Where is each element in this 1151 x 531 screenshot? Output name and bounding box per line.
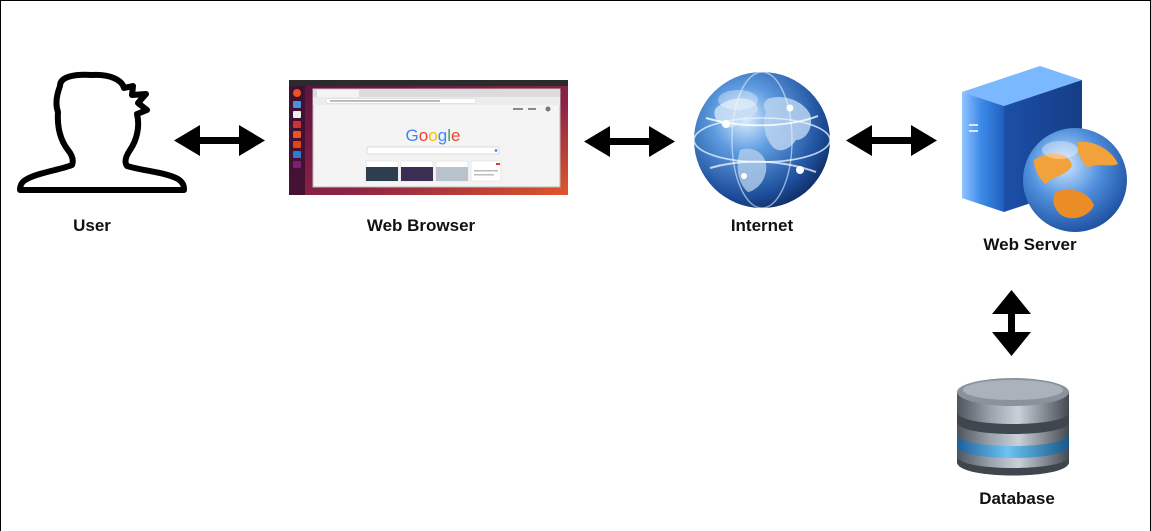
internet-label: Internet [730,216,794,235]
web-browser-label: Web Browser [366,216,476,235]
globe-icon [693,71,831,209]
arrow-internet-server [846,125,937,156]
arrow-server-database [992,290,1031,356]
user-outline-icon [17,71,187,193]
arrow-browser-internet [584,126,675,157]
database-icon [957,378,1069,476]
architecture-diagram: Google [17,66,1127,476]
arrow-user-browser [174,125,265,156]
database-label: Database [979,489,1055,508]
server-globe-icon [1023,128,1127,232]
browser-screenshot-icon: Google [289,80,568,195]
web-server-label: Web Server [983,235,1077,254]
user-label: User [73,216,111,235]
google-logo: Google [406,126,461,145]
server-icon [962,66,1127,232]
